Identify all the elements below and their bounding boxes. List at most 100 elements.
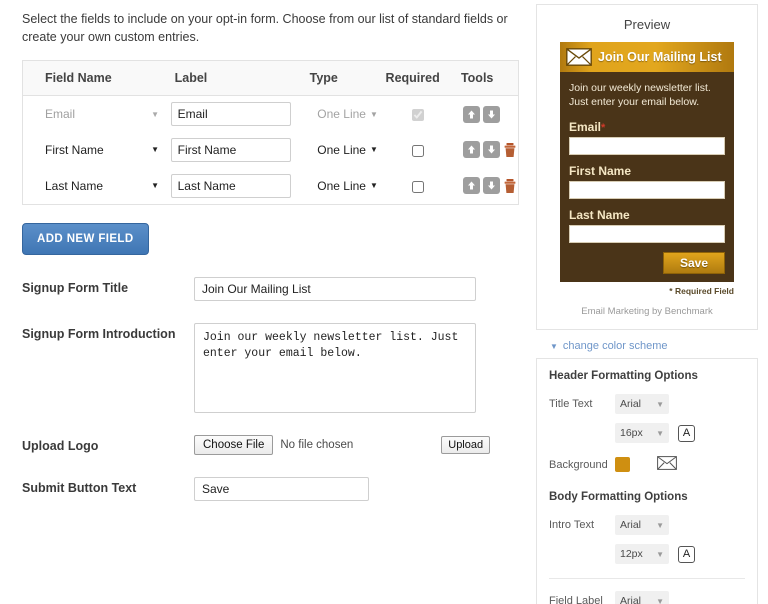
chevron-down-icon: ▼ <box>656 596 664 604</box>
required-checkbox-email[interactable] <box>412 108 425 121</box>
page-intro-text: Select the fields to include on your opt… <box>22 12 508 45</box>
benchmark-footer-note: Email Marketing by Benchmark <box>581 306 713 318</box>
intro-text-font-row: Intro Text Arial ▼ <box>549 515 745 536</box>
move-up-icon[interactable] <box>462 141 480 159</box>
signup-form-intro-row: Signup Form Introduction <box>22 322 516 413</box>
title-text-size-select[interactable]: 16px ▼ <box>615 423 669 444</box>
required-checkbox-first-name[interactable] <box>412 144 425 157</box>
submit-button-text-input[interactable] <box>194 476 369 501</box>
header-tools: Tools <box>450 61 518 97</box>
choose-file-button[interactable]: Choose File <box>194 434 274 455</box>
move-down-icon[interactable] <box>482 105 500 123</box>
type-select-first-name[interactable]: One Line ▼ <box>317 143 378 157</box>
title-text-color-icon[interactable]: A <box>678 424 695 442</box>
field-name-value: Last Name <box>45 178 104 193</box>
field-label-font-row: Field Label Arial ▼ <box>549 591 745 604</box>
preview-right-column: Preview Join Our Mailing List Join our w… <box>530 0 768 604</box>
background-label: Background <box>549 458 608 471</box>
required-cell <box>386 132 451 168</box>
title-text-font-row: Title Text Arial ▼ <box>549 394 745 415</box>
label-input-email[interactable] <box>170 102 291 126</box>
widget-title: Join Our Mailing List <box>598 50 722 64</box>
move-up-icon[interactable] <box>462 177 480 195</box>
type-select-email[interactable]: One Line ▼ <box>317 107 378 121</box>
upload-logo-row: Upload Logo Choose File No file chosen U… <box>22 434 516 455</box>
chevron-down-icon: ▼ <box>656 399 664 409</box>
label-input-first-name[interactable] <box>170 137 291 162</box>
label-input-last-name[interactable] <box>170 173 291 198</box>
table-row: Last Name ▼ One Line ▼ <box>23 168 518 204</box>
tools-cell <box>451 168 518 204</box>
size-value: 12px <box>620 548 643 561</box>
preview-field-label-first-name: First Name <box>569 164 632 179</box>
signup-form-intro-label: Signup Form Introduction <box>22 326 176 341</box>
widget-header: Join Our Mailing List <box>560 42 734 72</box>
intro-text-font-select[interactable]: Arial ▼ <box>615 515 669 536</box>
move-up-icon[interactable] <box>462 105 480 123</box>
preview-heading: Preview <box>623 17 671 32</box>
preview-save-row: Save <box>569 252 725 275</box>
required-asterisk-icon: * <box>601 122 606 135</box>
preview-input-first-name[interactable] <box>569 181 725 200</box>
add-new-field-button[interactable]: ADD NEW FIELD <box>22 222 149 255</box>
chevron-down-icon: ▼ <box>151 145 159 155</box>
required-cell <box>386 96 451 132</box>
label-cell <box>170 168 310 204</box>
title-text-size-row: 16px ▼ A <box>549 423 745 444</box>
size-value: 16px <box>620 427 643 440</box>
chevron-down-icon: ▼ <box>369 181 378 191</box>
font-value: Arial <box>620 398 642 411</box>
tools-cell <box>451 132 518 168</box>
change-color-scheme-label: change color scheme <box>562 340 668 353</box>
signup-form-title-label: Signup Form Title <box>22 280 129 295</box>
font-value: Arial <box>620 595 642 604</box>
chevron-down-icon: ▼ <box>656 428 664 438</box>
preview-save-button[interactable]: Save <box>662 252 725 275</box>
delete-icon[interactable] <box>503 177 518 194</box>
header-required: Required <box>385 61 451 97</box>
section-divider <box>549 578 745 580</box>
intro-text-color-icon[interactable]: A <box>678 545 695 563</box>
upload-logo-label: Upload Logo <box>22 438 99 453</box>
signup-form-intro-textarea[interactable] <box>194 322 476 413</box>
chevron-down-icon: ▼ <box>151 109 159 119</box>
title-text-font-select[interactable]: Arial ▼ <box>615 394 669 415</box>
move-down-icon[interactable] <box>482 177 500 195</box>
type-select-last-name[interactable]: One Line ▼ <box>317 179 378 193</box>
field-name-value: First Name <box>45 142 104 157</box>
preview-panel: Preview Join Our Mailing List Join our w… <box>536 4 758 331</box>
fields-table-body: Email ▼ One Line ▼ <box>23 96 518 204</box>
label-cell <box>170 132 310 168</box>
widget-intro-text: Join our weekly newsletter list. Just en… <box>569 82 711 109</box>
field-name-select-email[interactable]: Email ▼ <box>45 107 163 121</box>
upload-button[interactable]: Upload <box>441 435 491 454</box>
envelope-icon <box>566 48 592 66</box>
header-background-row: Background <box>549 456 745 473</box>
tools-group <box>451 141 518 159</box>
preview-label-text: Email <box>569 120 602 135</box>
background-color-swatch[interactable] <box>615 457 630 473</box>
no-file-chosen-text: No file chosen <box>280 438 354 451</box>
tools-group <box>451 177 518 195</box>
type-value: One Line <box>317 142 366 157</box>
field-label-font-select[interactable]: Arial ▼ <box>615 591 669 604</box>
table-row: Email ▼ One Line ▼ <box>23 96 518 132</box>
signup-form-title-input[interactable] <box>194 276 476 301</box>
font-value: Arial <box>620 519 642 532</box>
field-name-select-last-name[interactable]: Last Name ▼ <box>45 179 163 193</box>
field-name-select-first-name[interactable]: First Name ▼ <box>45 143 163 157</box>
required-cell <box>386 168 451 204</box>
delete-icon[interactable] <box>503 141 518 158</box>
intro-text-label: Intro Text <box>549 519 595 532</box>
field-name-cell: First Name ▼ <box>23 132 171 168</box>
required-checkbox-last-name[interactable] <box>412 180 425 193</box>
header-image-icon[interactable] <box>657 456 677 473</box>
move-down-icon[interactable] <box>482 141 500 159</box>
preview-input-email[interactable] <box>569 137 725 156</box>
signup-form-title-row: Signup Form Title <box>22 276 516 301</box>
chevron-down-icon: ▼ <box>656 549 664 559</box>
intro-text-size-select[interactable]: 12px ▼ <box>615 544 669 565</box>
fields-table: Field Name Label Type Required Tools Ema… <box>23 61 518 204</box>
change-color-scheme-toggle[interactable]: ▼ change color scheme <box>550 340 758 352</box>
preview-input-last-name[interactable] <box>569 225 725 244</box>
